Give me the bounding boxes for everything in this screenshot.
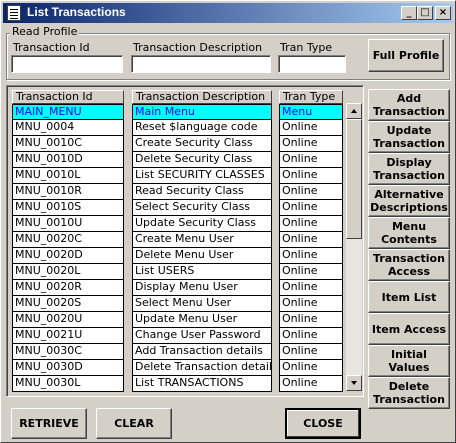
row-tran-type[interactable]: Online [279, 344, 343, 360]
row-transaction-id[interactable]: MNU_0020L [12, 264, 124, 280]
row-description[interactable]: Add Transaction details [132, 344, 272, 360]
row-transaction-id[interactable]: MNU_0021U [12, 328, 124, 344]
row-description[interactable]: Update Security Class [132, 216, 272, 232]
update-transaction-button[interactable]: Update Transaction [368, 121, 450, 153]
row-transaction-id[interactable]: MNU_0030C [12, 344, 124, 360]
list-scrollbar[interactable] [346, 103, 362, 391]
row-transaction-id[interactable]: MNU_0020R [12, 280, 124, 296]
maximize-button[interactable]: □ [417, 6, 433, 20]
row-tran-type[interactable]: Online [279, 152, 343, 168]
row-transaction-id[interactable]: MNU_0020C [12, 232, 124, 248]
transaction-description-input[interactable] [131, 55, 271, 73]
row-transaction-id[interactable]: MNU_0020S [12, 296, 124, 312]
read-profile-label: Read Profile [10, 25, 80, 38]
document-icon [7, 5, 21, 21]
minimize-button[interactable]: _ [401, 6, 417, 20]
alternative-descriptions-button[interactable]: Alternative Descriptions [368, 185, 450, 217]
row-tran-type[interactable]: Online [279, 312, 343, 328]
tran-type-column: Tran Type Menu Online Online Online Online On… [279, 90, 343, 392]
scroll-down-button[interactable] [346, 375, 362, 391]
transaction-id-header[interactable]: Transaction Id [12, 90, 124, 104]
transaction-description-label: Transaction Description [133, 41, 263, 54]
tran-type-label: Tran Type [280, 41, 333, 54]
arrow-down-icon [351, 381, 357, 385]
close-button[interactable]: CLOSE [285, 408, 361, 439]
row-description[interactable]: Display Menu User [132, 280, 272, 296]
transaction-description-column: Transaction Description Main Menu Reset $… [132, 90, 272, 392]
row-description[interactable]: Delete Transaction details [132, 360, 272, 376]
row-tran-type[interactable]: Online [279, 168, 343, 184]
item-list-button[interactable]: Item List [368, 281, 450, 313]
transaction-id-column: Transaction Id MAIN_MENU MNU_0004 MNU_0010… [12, 90, 124, 392]
row-transaction-id[interactable]: MNU_0020D [12, 248, 124, 264]
item-access-button[interactable]: Item Access [368, 313, 450, 345]
row-tran-type[interactable]: Online [279, 136, 343, 152]
scroll-up-button[interactable] [346, 103, 362, 119]
add-transaction-button[interactable]: Add Transaction [368, 89, 450, 121]
transactions-list: Transaction Id MAIN_MENU MNU_0004 MNU_0010… [6, 85, 364, 397]
row-description[interactable]: Delete Menu User [132, 248, 272, 264]
arrow-up-icon [351, 109, 357, 113]
row-description[interactable]: Update Menu User [132, 312, 272, 328]
row-description[interactable]: List SECURITY CLASSES [132, 168, 272, 184]
row-tran-type[interactable]: Online [279, 280, 343, 296]
row-transaction-id[interactable]: MNU_0030D [12, 360, 124, 376]
title-bar[interactable]: List Transactions _ □ × [3, 3, 453, 23]
transaction-access-button[interactable]: Transaction Access [368, 249, 450, 281]
row-transaction-id[interactable]: MNU_0010L [12, 168, 124, 184]
row-tran-type[interactable]: Online [279, 232, 343, 248]
row-tran-type[interactable]: Online [279, 200, 343, 216]
row-description[interactable]: List USERS [132, 264, 272, 280]
row-tran-type[interactable]: Online [279, 376, 343, 392]
row-transaction-id[interactable]: MNU_0010R [12, 184, 124, 200]
row-tran-type[interactable]: Online [279, 184, 343, 200]
transaction-id-input[interactable] [11, 55, 123, 73]
row-description[interactable]: Reset $language code [132, 120, 272, 136]
row-description[interactable]: Main Menu [132, 104, 272, 120]
delete-transaction-button[interactable]: Delete Transaction [368, 377, 450, 409]
window-title: List Transactions [27, 5, 126, 19]
display-transaction-button[interactable]: Display Transaction [368, 153, 450, 185]
row-description[interactable]: Change User Password [132, 328, 272, 344]
tran-type-header[interactable]: Tran Type [279, 90, 343, 104]
row-description[interactable]: Select Security Class [132, 200, 272, 216]
row-transaction-id[interactable]: MNU_0010C [12, 136, 124, 152]
initial-values-button[interactable]: Initial Values [368, 345, 450, 377]
scroll-thumb[interactable] [346, 119, 362, 239]
row-tran-type[interactable]: Online [279, 296, 343, 312]
row-transaction-id[interactable]: MNU_0004 [12, 120, 124, 136]
clear-button[interactable]: CLEAR [96, 408, 172, 439]
row-transaction-id[interactable]: MAIN_MENU [12, 104, 124, 120]
row-tran-type[interactable]: Online [279, 248, 343, 264]
list-transactions-window: List Transactions _ □ × Read Profile Tra… [0, 0, 456, 443]
row-description[interactable]: Delete Security Class [132, 152, 272, 168]
row-transaction-id[interactable]: MNU_0010U [12, 216, 124, 232]
menu-contents-button[interactable]: Menu Contents [368, 217, 450, 249]
tran-type-input[interactable] [278, 55, 346, 73]
row-transaction-id[interactable]: MNU_0020U [12, 312, 124, 328]
row-tran-type[interactable]: Online [279, 360, 343, 376]
row-description[interactable]: List TRANSACTIONS [132, 376, 272, 392]
row-description[interactable]: Read Security Class [132, 184, 272, 200]
row-tran-type[interactable]: Online [279, 264, 343, 280]
row-description[interactable]: Create Menu User [132, 232, 272, 248]
row-transaction-id[interactable]: MNU_0010D [12, 152, 124, 168]
transaction-description-header[interactable]: Transaction Description [132, 90, 272, 104]
row-tran-type[interactable]: Online [279, 328, 343, 344]
row-tran-type[interactable]: Online [279, 216, 343, 232]
close-window-button[interactable]: × [435, 6, 451, 20]
row-tran-type[interactable]: Online [279, 120, 343, 136]
row-transaction-id[interactable]: MNU_0030L [12, 376, 124, 392]
transaction-id-label: Transaction Id [13, 41, 90, 54]
full-profile-button[interactable]: Full Profile [368, 39, 444, 72]
row-description[interactable]: Create Security Class [132, 136, 272, 152]
row-transaction-id[interactable]: MNU_0010S [12, 200, 124, 216]
row-tran-type[interactable]: Menu [279, 104, 343, 120]
retrieve-button[interactable]: RETRIEVE [11, 408, 87, 439]
row-description[interactable]: Select Menu User [132, 296, 272, 312]
